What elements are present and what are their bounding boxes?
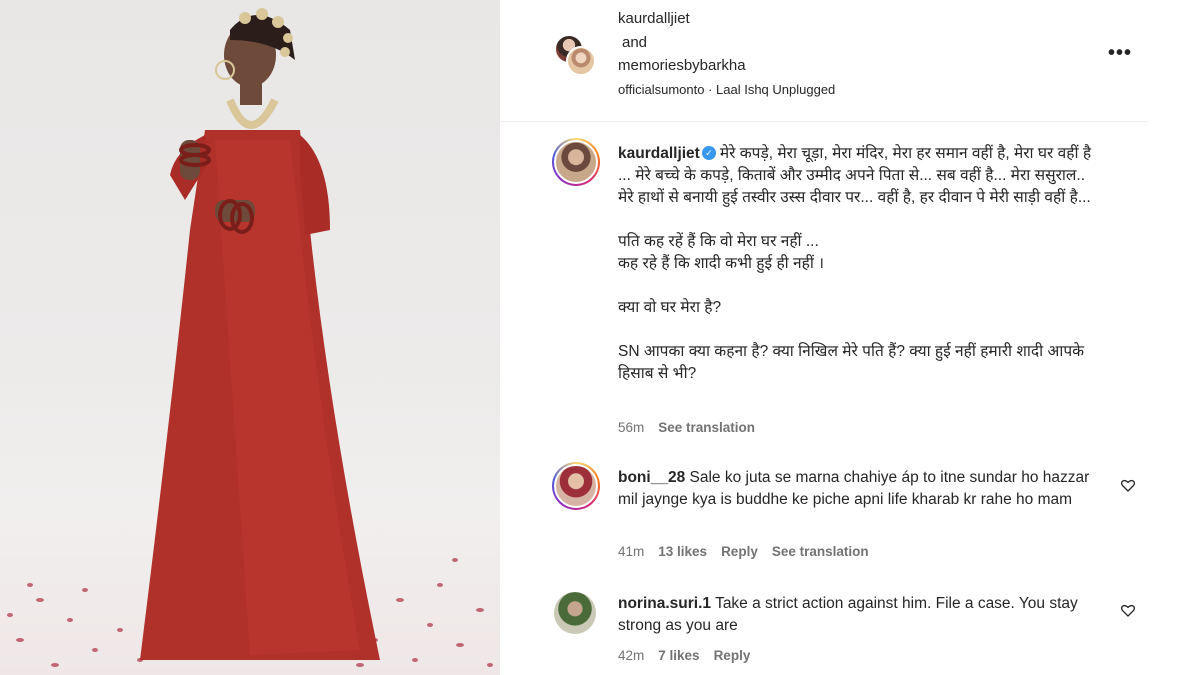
see-translation-button[interactable]: See translation	[658, 420, 755, 435]
comment-likes[interactable]: 13 likes	[658, 544, 707, 559]
collab-avatars[interactable]	[554, 34, 600, 80]
caption-time[interactable]: 56m	[618, 420, 644, 435]
header-username-secondary[interactable]: memoriesbybarkha	[618, 57, 746, 74]
post-caption: kaurdalljiet ✓ मेरे कपड़े, मेरा चूड़ा, मेर…	[618, 143, 1098, 385]
reply-button[interactable]: Reply	[721, 544, 758, 559]
comment-item: norina.suri.1 Take a strict action again…	[618, 593, 1096, 637]
post-header: kaurdalljiet and memoriesbybarkha offici…	[500, 0, 1148, 122]
post-image-illustration	[7, 8, 493, 667]
comment-avatar[interactable]	[552, 462, 600, 510]
heart-outline-icon[interactable]	[1120, 602, 1136, 618]
comment-text: Sale ko juta se marna chahiye áp to itne…	[618, 469, 1090, 508]
caption-para4: SN आपका क्या कहना है? क्या निखिल मेरे पत…	[618, 343, 1085, 382]
comment-likes[interactable]: 7 likes	[658, 648, 699, 663]
heart-outline-icon[interactable]	[1120, 477, 1136, 493]
header-joiner: and	[622, 34, 648, 51]
post-photo[interactable]	[0, 0, 500, 675]
avatar[interactable]	[566, 46, 596, 76]
caption-para3: क्या वो घर मेरा है?	[618, 299, 722, 316]
more-horizontal-icon[interactable]: •••	[1108, 42, 1132, 65]
comment-username[interactable]: boni__28	[618, 469, 685, 486]
comment-username[interactable]: norina.suri.1	[618, 595, 711, 612]
comment-meta: 41m 13 likes Reply See translation	[618, 544, 883, 559]
verified-badge-icon: ✓	[701, 145, 716, 160]
header-subline[interactable]: officialsumonto · Laal Ishq Unplugged	[618, 82, 835, 97]
post-detail-panel: kaurdalljiet and memoriesbybarkha offici…	[500, 0, 1200, 675]
caption-meta: 56m See translation	[618, 420, 769, 435]
header-username-primary[interactable]: kaurdalljiet	[618, 10, 690, 27]
reply-button[interactable]: Reply	[714, 648, 751, 663]
caption-avatar[interactable]	[552, 138, 600, 186]
comment-item: boni__28 Sale ko juta se marna chahiye á…	[618, 467, 1096, 511]
caption-para2-line1: पति कह रहें हैं कि वो मेरा घर नहीं ...	[618, 233, 819, 250]
see-translation-button[interactable]: See translation	[772, 544, 869, 559]
comment-meta: 42m 7 likes Reply	[618, 648, 764, 663]
caption-para2-line2: कह रहे हैं कि शादी कभी हुई ही नहीं ।	[618, 255, 825, 272]
comment-time[interactable]: 42m	[618, 648, 644, 663]
comment-time[interactable]: 41m	[618, 544, 644, 559]
comment-avatar[interactable]	[554, 592, 596, 634]
caption-username[interactable]: kaurdalljiet	[618, 145, 700, 162]
